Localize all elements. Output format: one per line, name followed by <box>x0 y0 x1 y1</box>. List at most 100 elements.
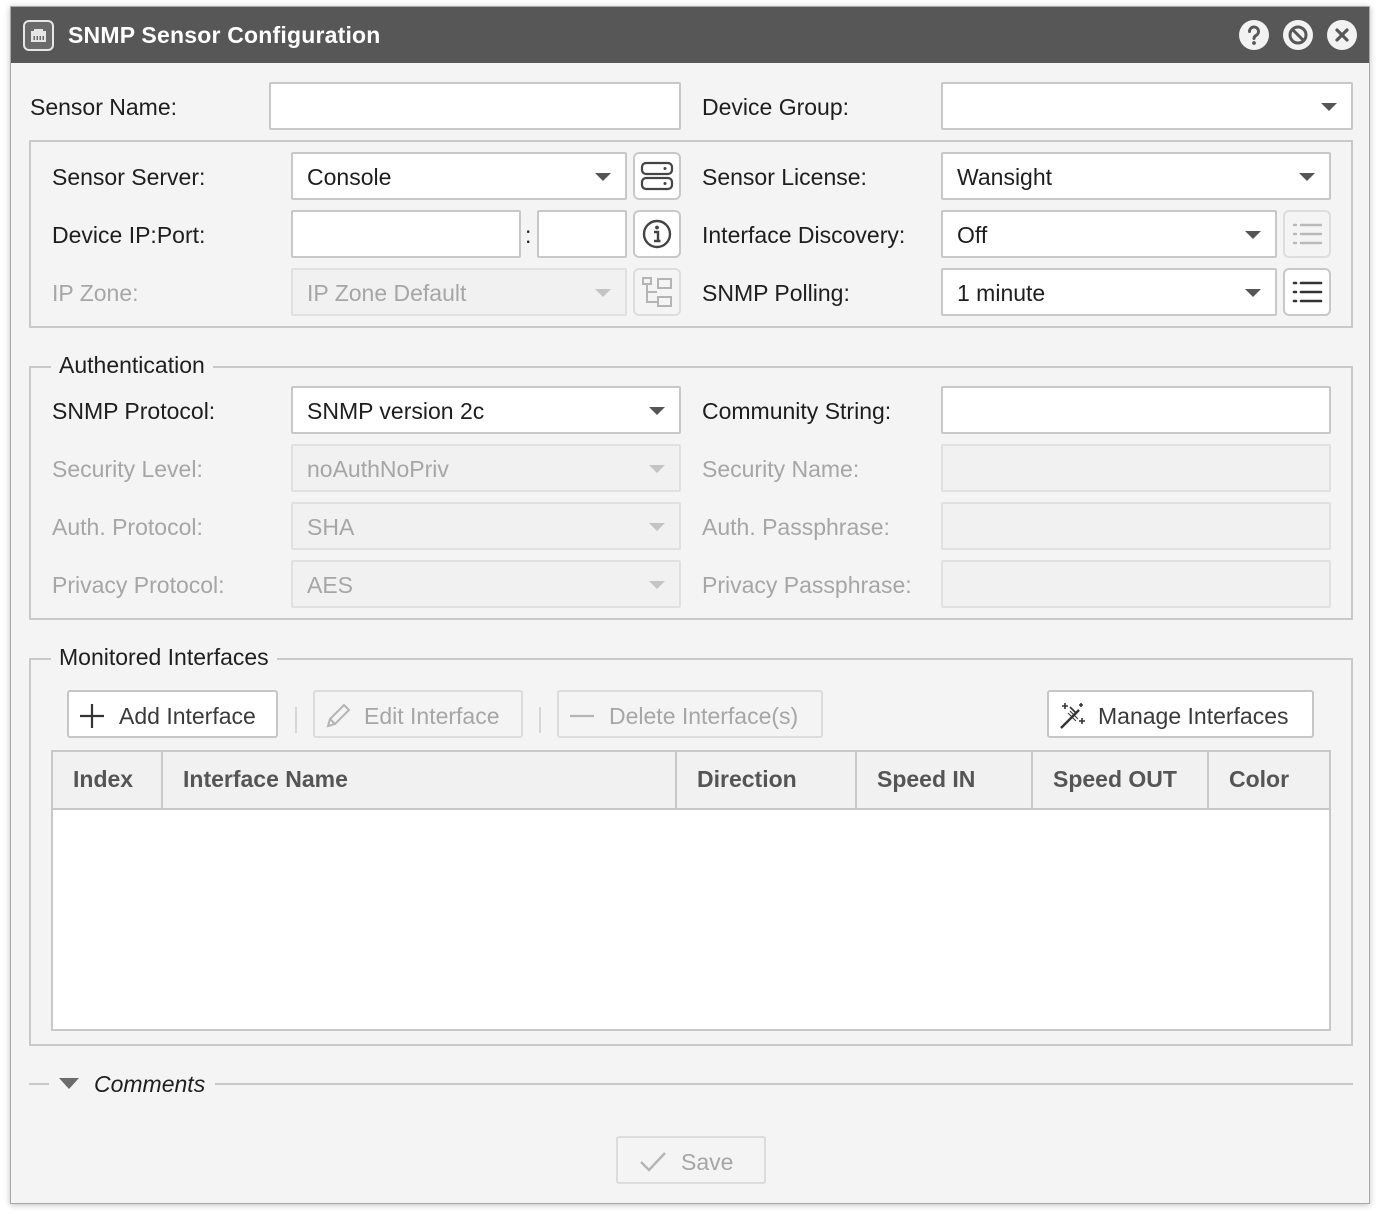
auth-passphrase-label: Auth. Passphrase: <box>702 514 890 540</box>
server-icon <box>640 161 674 191</box>
device-group-label: Device Group: <box>702 94 850 120</box>
ip-zone-value: IP Zone Default <box>307 280 467 306</box>
table-header: Index Interface Name Direction Speed IN … <box>53 752 1329 810</box>
sensor-license-value: Wansight <box>957 164 1053 190</box>
dialog-title: SNMP Sensor Configuration <box>68 22 381 48</box>
manage-interfaces-label: Manage Interfaces <box>1098 703 1289 729</box>
auth-passphrase-input <box>941 502 1331 550</box>
column-header-direction[interactable]: Direction <box>677 752 857 808</box>
sensor-server-select[interactable]: Console <box>291 152 627 200</box>
security-level-value: noAuthNoPriv <box>307 456 449 482</box>
port-separator: : <box>525 222 532 248</box>
collapse-triangle-icon[interactable] <box>59 1078 79 1089</box>
chevron-down-icon <box>595 289 611 297</box>
device-ip-input[interactable] <box>291 210 521 258</box>
plus-icon <box>80 704 104 728</box>
interface-discovery-value: Off <box>957 222 988 248</box>
delete-interface-label: Delete Interface(s) <box>609 703 799 729</box>
toolbar-separator <box>539 707 541 733</box>
auth-protocol-value: SHA <box>307 514 355 540</box>
add-interface-button[interactable]: Add Interface <box>67 690 278 738</box>
title-bar[interactable]: SNMP Sensor Configuration <box>11 7 1369 63</box>
ip-zone-label: IP Zone: <box>52 280 139 306</box>
column-header-speed-out[interactable]: Speed OUT <box>1033 752 1209 808</box>
sensor-server-value: Console <box>307 164 392 190</box>
info-icon <box>642 219 672 249</box>
security-level-label: Security Level: <box>52 456 203 482</box>
column-header-index[interactable]: Index <box>53 752 163 808</box>
snmp-protocol-value: SNMP version 2c <box>307 398 485 424</box>
sensor-license-label: Sensor License: <box>702 164 867 190</box>
device-group-select[interactable] <box>941 82 1353 130</box>
device-info-button[interactable] <box>633 210 681 258</box>
minus-icon <box>570 714 594 718</box>
list-icon <box>1292 223 1323 245</box>
security-name-label: Security Name: <box>702 456 860 482</box>
snmp-polling-value: 1 minute <box>957 280 1046 306</box>
chevron-down-icon <box>1245 231 1261 239</box>
interfaces-table[interactable]: Index Interface Name Direction Speed IN … <box>51 750 1331 1031</box>
toolbar-separator <box>295 707 297 733</box>
privacy-protocol-label: Privacy Protocol: <box>52 572 225 598</box>
snmp-protocol-select[interactable]: SNMP version 2c <box>291 386 681 434</box>
sensor-name-label: Sensor Name: <box>30 94 178 120</box>
snmp-polling-list-button[interactable] <box>1283 268 1331 316</box>
chevron-down-icon <box>1299 173 1315 181</box>
snmp-sensor-dialog: SNMP Sensor Configuration Sensor Name: D… <box>10 6 1370 1204</box>
server-list-button[interactable] <box>633 152 681 200</box>
save-label: Save <box>681 1149 734 1175</box>
help-icon[interactable] <box>1239 20 1269 50</box>
comments-toggle[interactable]: Comments <box>94 1071 205 1098</box>
checkmark-icon <box>640 1152 666 1172</box>
chevron-down-icon <box>649 407 665 415</box>
edit-interface-button: Edit Interface <box>313 690 523 738</box>
chevron-down-icon <box>595 173 611 181</box>
delete-interface-button: Delete Interface(s) <box>557 690 823 738</box>
device-port-input[interactable] <box>537 210 627 258</box>
chevron-down-icon <box>1321 103 1337 111</box>
monitored-interfaces-legend: Monitored Interfaces <box>51 644 277 671</box>
add-interface-label: Add Interface <box>119 703 256 729</box>
interface-discovery-label: Interface Discovery: <box>702 222 906 248</box>
snmp-protocol-label: SNMP Protocol: <box>52 398 216 424</box>
privacy-protocol-select: AES <box>291 560 681 608</box>
block-icon[interactable] <box>1283 20 1313 50</box>
close-icon[interactable] <box>1327 20 1357 50</box>
sensor-license-select[interactable]: Wansight <box>941 152 1331 200</box>
community-string-input[interactable] <box>941 386 1331 434</box>
snmp-polling-label: SNMP Polling: <box>702 280 850 306</box>
manage-interfaces-button[interactable]: Manage Interfaces <box>1047 690 1314 738</box>
auth-protocol-select: SHA <box>291 502 681 550</box>
comments-divider <box>29 1083 49 1085</box>
privacy-passphrase-input <box>941 560 1331 608</box>
security-name-input <box>941 444 1331 492</box>
save-button[interactable]: Save <box>616 1136 766 1184</box>
ip-zone-tree-button <box>633 268 681 316</box>
chevron-down-icon <box>649 523 665 531</box>
magic-wand-icon <box>1060 703 1085 729</box>
list-icon <box>1292 281 1323 303</box>
auth-protocol-label: Auth. Protocol: <box>52 514 203 540</box>
interface-discovery-list-button <box>1283 210 1331 258</box>
device-ip-label: Device IP:Port: <box>52 222 206 248</box>
ip-zone-select: IP Zone Default <box>291 268 627 316</box>
sensor-server-label: Sensor Server: <box>52 164 206 190</box>
privacy-passphrase-label: Privacy Passphrase: <box>702 572 912 598</box>
column-header-speed-in[interactable]: Speed IN <box>857 752 1033 808</box>
chevron-down-icon <box>1245 289 1261 297</box>
interface-discovery-select[interactable]: Off <box>941 210 1277 258</box>
authentication-legend: Authentication <box>51 352 213 379</box>
privacy-protocol-value: AES <box>307 572 354 598</box>
chevron-down-icon <box>649 465 665 473</box>
community-string-label: Community String: <box>702 398 892 424</box>
pencil-icon <box>326 703 351 728</box>
comments-divider <box>215 1083 1353 1085</box>
column-header-interface-name[interactable]: Interface Name <box>163 752 677 808</box>
sensor-name-input[interactable] <box>269 82 681 130</box>
snmp-polling-select[interactable]: 1 minute <box>941 268 1277 316</box>
edit-interface-label: Edit Interface <box>364 703 500 729</box>
column-header-color[interactable]: Color <box>1209 752 1329 808</box>
chevron-down-icon <box>649 581 665 589</box>
tree-icon <box>642 277 672 307</box>
network-jack-icon <box>23 20 54 51</box>
